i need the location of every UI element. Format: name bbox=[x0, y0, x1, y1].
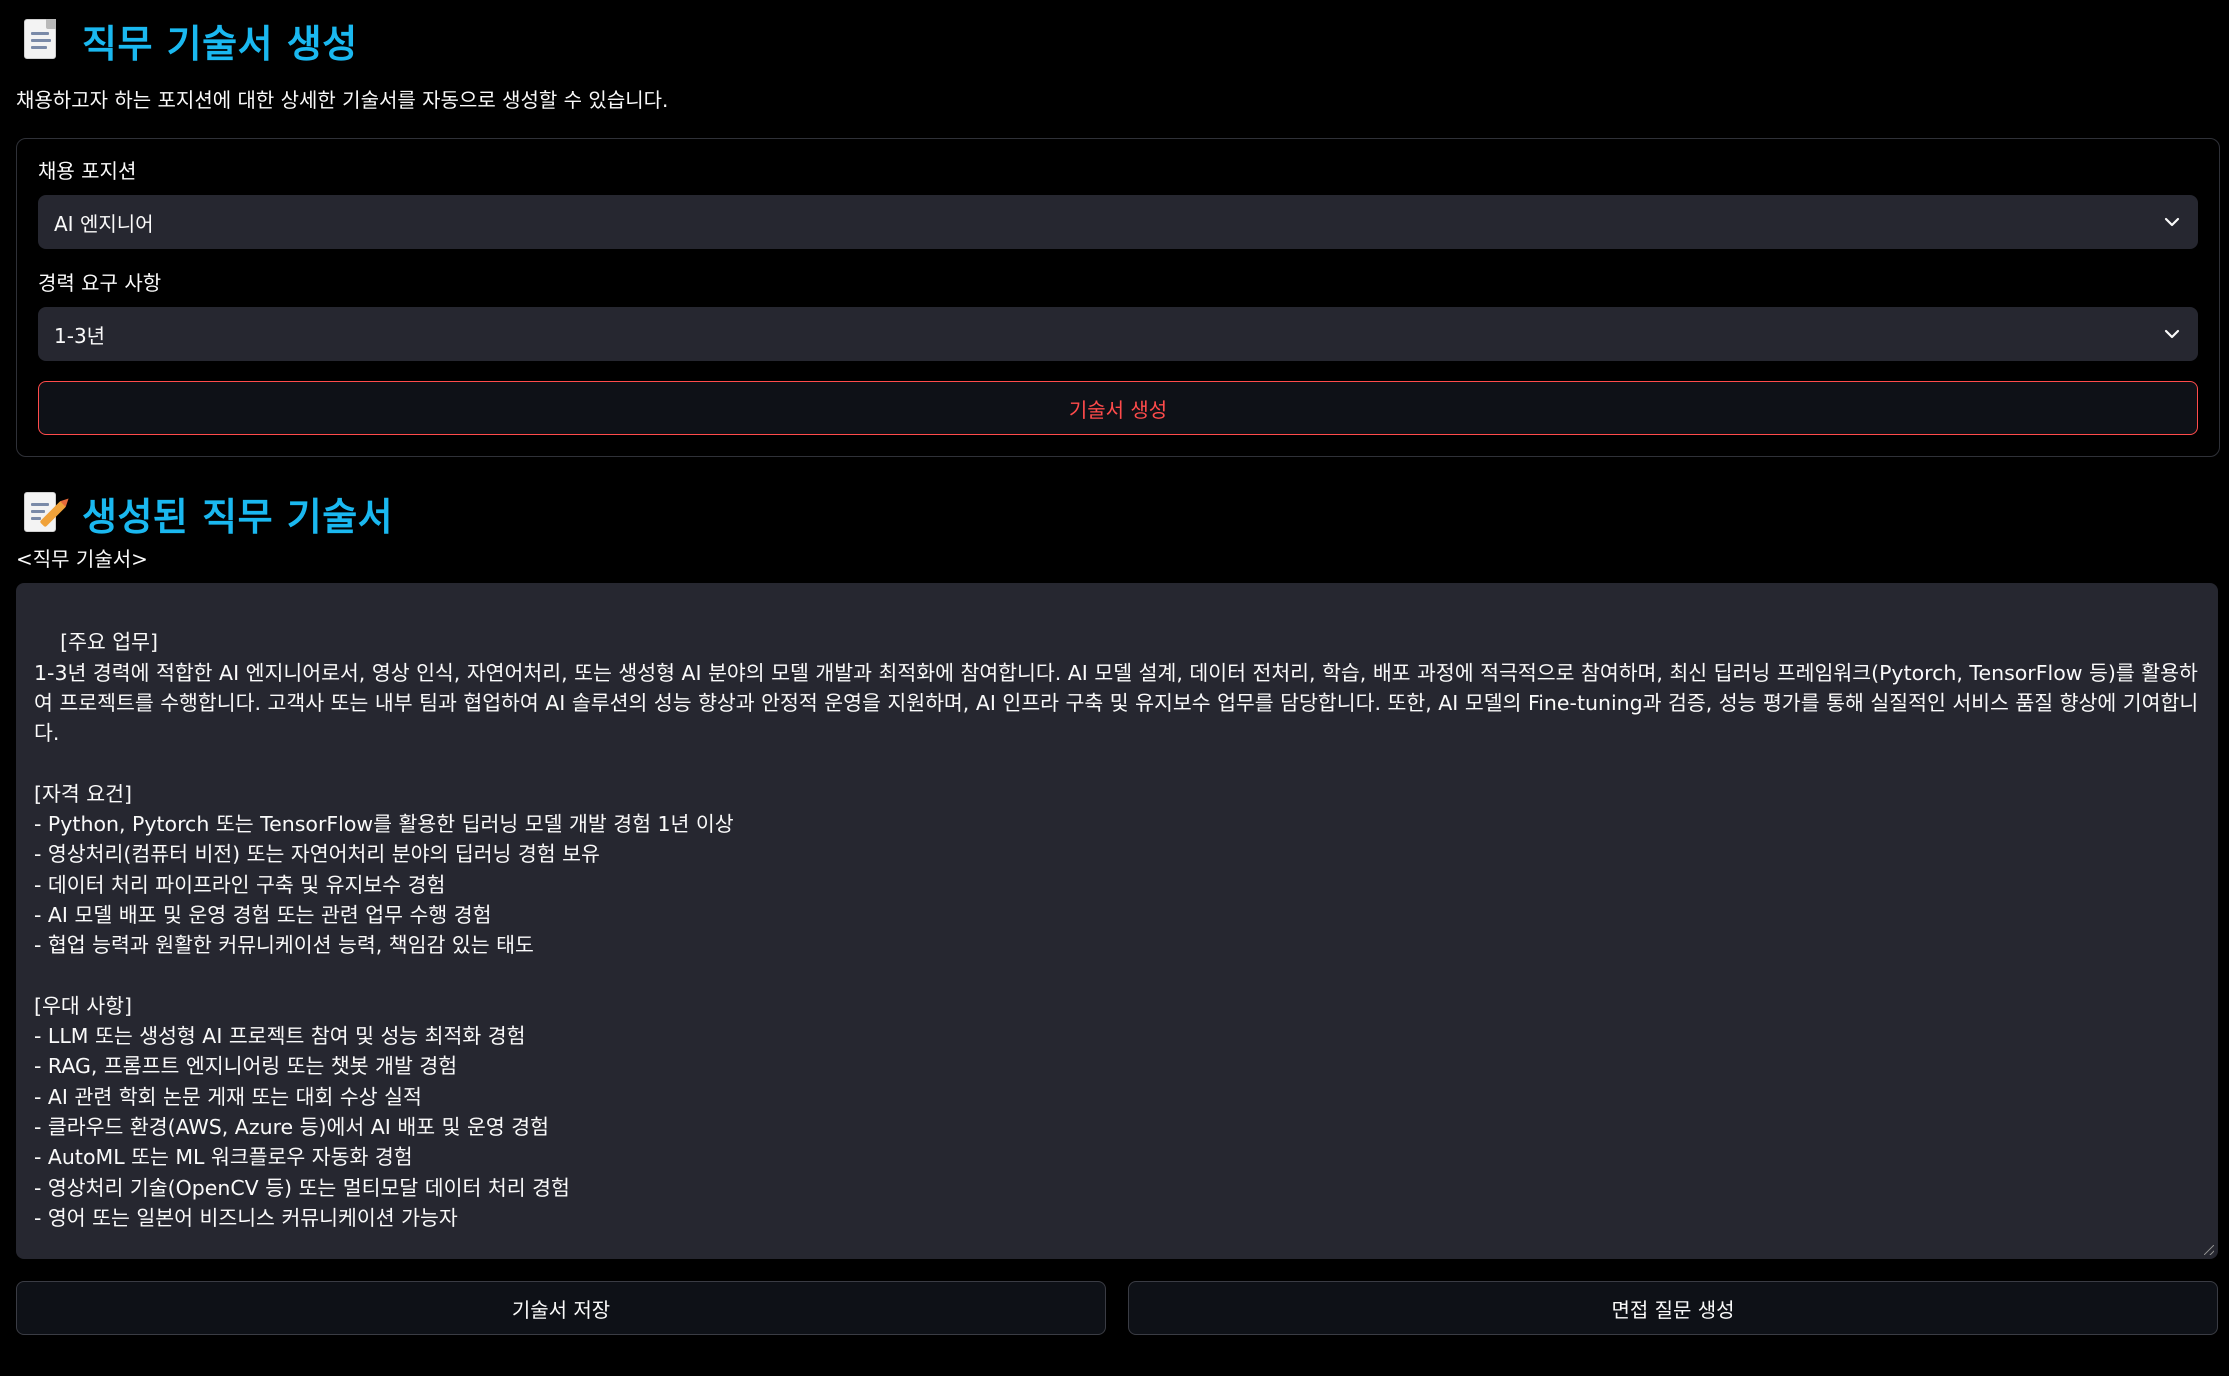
output-title: 생성된 직무 기술서 bbox=[82, 494, 394, 539]
generate-button[interactable]: 기술서 생성 bbox=[38, 381, 2198, 435]
memo-icon bbox=[22, 490, 67, 536]
main-content: 직무 기술서 생성 채용하고자 하는 포지션에 대한 상세한 기술서를 자동으로… bbox=[16, 0, 2220, 1335]
chevron-down-icon bbox=[2162, 212, 2182, 232]
experience-select[interactable]: 1-3년 bbox=[38, 307, 2198, 361]
page-facing-up-icon bbox=[22, 17, 62, 63]
resize-handle[interactable] bbox=[2204, 1245, 2214, 1255]
position-label: 채용 포지션 bbox=[38, 159, 137, 183]
action-row: 기술서 저장 면접 질문 생성 bbox=[16, 1281, 2218, 1335]
job-description-label: <직무 기술서> bbox=[16, 547, 148, 571]
generation-form: 채용 포지션 AI 엔지니어 경력 요구 사항 1-3년 기술서 생성 bbox=[16, 138, 2220, 457]
job-description-text: [주요 업무] 1-3년 경력에 적합한 AI 엔지니어로서, 영상 인식, 자… bbox=[34, 630, 2199, 1230]
page-description: 채용하고자 하는 포지션에 대한 상세한 기술서를 자동으로 생성할 수 있습니… bbox=[16, 88, 669, 112]
page-header: 직무 기술서 생성 bbox=[16, 0, 2218, 80]
job-description-textarea[interactable]: [주요 업무] 1-3년 경력에 적합한 AI 엔지니어로서, 영상 인식, 자… bbox=[16, 583, 2218, 1259]
interview-questions-button[interactable]: 면접 질문 생성 bbox=[1128, 1281, 2218, 1335]
experience-selected-value: 1-3년 bbox=[54, 323, 106, 348]
output-header: 생성된 직무 기술서 bbox=[16, 485, 2218, 541]
save-button[interactable]: 기술서 저장 bbox=[16, 1281, 1106, 1335]
page-title: 직무 기술서 생성 bbox=[82, 21, 358, 66]
position-selected-value: AI 엔지니어 bbox=[54, 211, 154, 236]
experience-label: 경력 요구 사항 bbox=[38, 271, 162, 295]
position-select[interactable]: AI 엔지니어 bbox=[38, 195, 2198, 249]
chevron-down-icon bbox=[2162, 324, 2182, 344]
